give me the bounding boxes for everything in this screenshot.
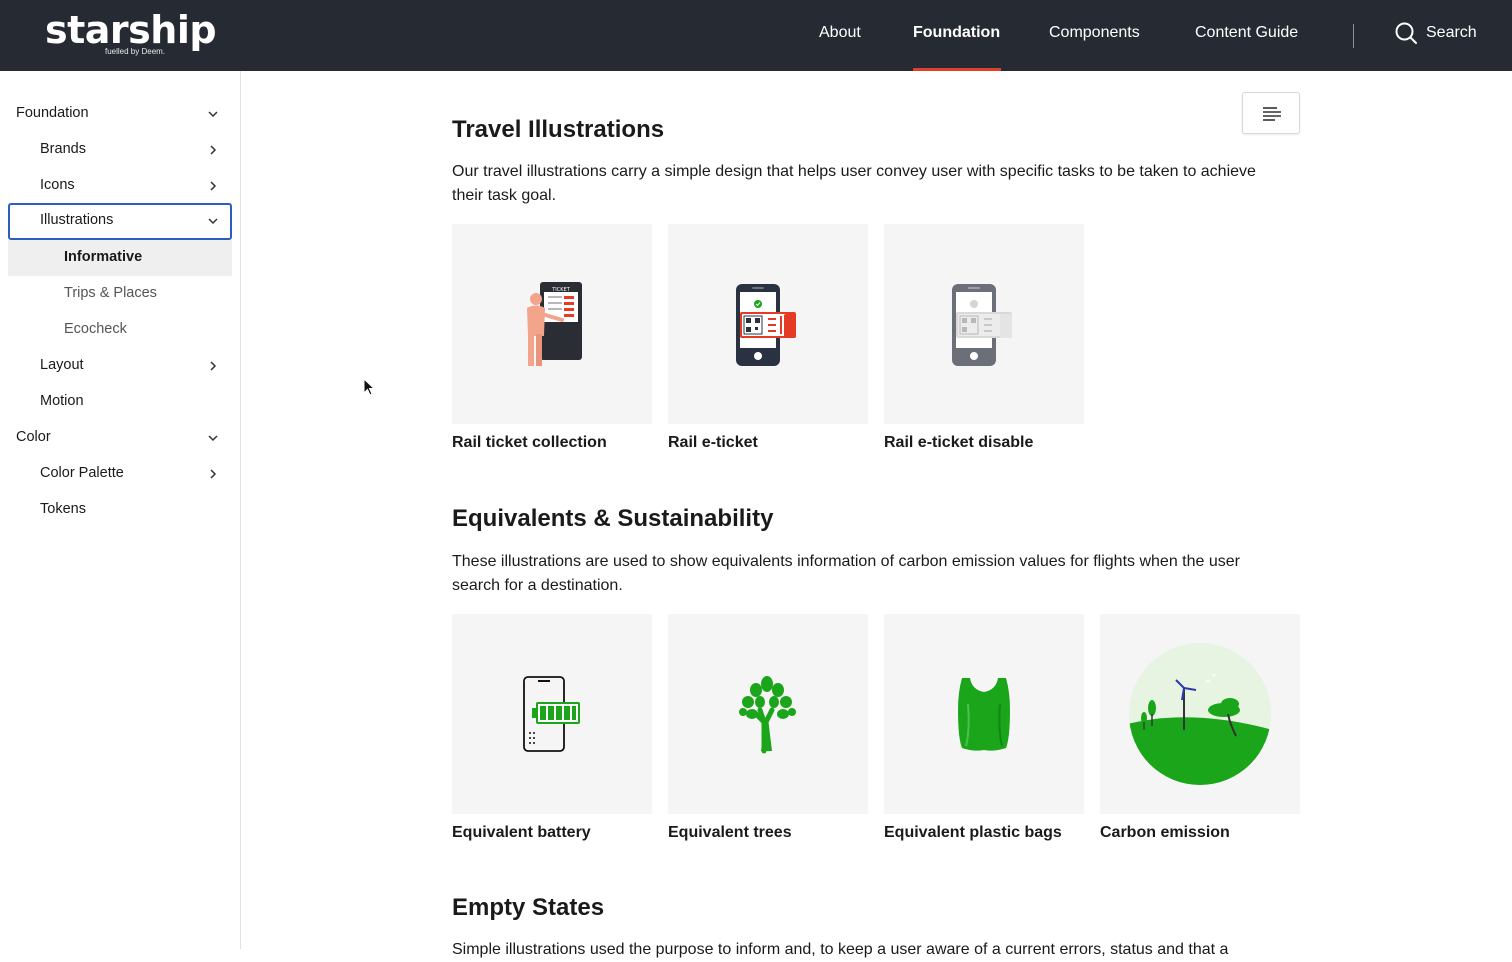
sidebar-item-label: Brands — [40, 141, 86, 157]
sidebar-item-label: Color — [16, 429, 51, 445]
sidebar-item-tokens[interactable]: Tokens — [8, 492, 232, 528]
section-title-empty-states: Empty States — [452, 894, 605, 921]
sidebar-item-foundation[interactable]: Foundation — [8, 96, 232, 132]
sidebar-item-color-palette[interactable]: Color Palette — [8, 456, 232, 492]
search-label: Search — [1426, 24, 1477, 41]
illustration-card-equivalent-trees[interactable] — [668, 614, 868, 814]
illustration-card-equivalent-battery[interactable] — [452, 614, 652, 814]
illustration-card-rail-ticket-collection[interactable]: TICKET — [452, 224, 652, 424]
chevron-down-icon — [208, 435, 218, 442]
chevron-right-icon — [210, 361, 217, 371]
nav-components[interactable]: Components — [1049, 24, 1140, 42]
sidebar-item-ecocheck[interactable]: Ecocheck — [8, 312, 232, 348]
chevron-down-icon — [208, 218, 218, 225]
illustration-card-rail-e-ticket-disable[interactable] — [884, 224, 1084, 424]
sidebar-item-color[interactable]: Color — [8, 420, 232, 456]
table-of-contents-button[interactable] — [1242, 92, 1300, 134]
illustration-caption: Equivalent plastic bags — [884, 824, 1062, 841]
mouse-cursor-icon — [363, 378, 376, 396]
list-icon — [1263, 107, 1281, 121]
plastic-bag-illustration — [958, 678, 1010, 751]
illustration-caption: Equivalent battery — [452, 824, 591, 841]
sidebar-navigation: Foundation Brands Icons Illustrations In… — [0, 71, 241, 949]
rail-e-ticket-disabled-illustration — [952, 284, 1012, 366]
logo-tagline: fuelled by Deem. — [105, 47, 166, 56]
illustration-caption: Carbon emission — [1100, 824, 1230, 841]
sidebar-item-label: Color Palette — [40, 465, 124, 481]
sidebar-item-label: Illustrations — [40, 212, 114, 228]
illustration-card-equivalent-plastic-bags[interactable] — [884, 614, 1084, 814]
sidebar-item-icons[interactable]: Icons — [8, 168, 232, 204]
rail-ticket-collection-illustration: TICKET — [527, 282, 582, 366]
illustration-caption: Equivalent trees — [668, 824, 792, 841]
sidebar-item-layout[interactable]: Layout — [8, 348, 232, 384]
active-nav-indicator — [913, 68, 1001, 71]
rail-e-ticket-illustration — [736, 284, 796, 366]
sidebar-item-label: Foundation — [16, 105, 89, 121]
chevron-down-icon — [208, 111, 218, 118]
nav-foundation[interactable]: Foundation — [913, 24, 1000, 42]
chevron-right-icon — [210, 145, 217, 155]
sidebar-item-label: Layout — [40, 357, 84, 373]
section-title-travel-illustrations: Travel Illustrations — [452, 116, 665, 143]
illustration-caption: Rail e-ticket — [668, 434, 758, 451]
search-icon — [1395, 22, 1417, 44]
sidebar-item-label: Informative — [64, 249, 143, 265]
battery-illustration — [523, 676, 580, 752]
section-description: These illustrations are used to show equ… — [452, 553, 1240, 594]
sidebar-item-label: Ecocheck — [64, 321, 127, 337]
chevron-right-icon — [210, 181, 217, 191]
sidebar-item-label: Icons — [40, 177, 75, 193]
illustration-caption: Rail ticket collection — [452, 434, 607, 451]
svg-text:TICKET: TICKET — [551, 287, 570, 293]
nav-divider — [1353, 24, 1354, 48]
sidebar-item-brands[interactable]: Brands — [8, 132, 232, 168]
top-navigation-bar: starship fuelled by Deem. About Foundati… — [0, 0, 1512, 71]
chevron-right-icon — [210, 469, 217, 479]
sidebar-item-motion[interactable]: Motion — [8, 384, 232, 420]
illustration-caption: Rail e-ticket disable — [884, 434, 1034, 451]
sidebar-item-label: Tokens — [40, 501, 86, 517]
nav-content-guide[interactable]: Content Guide — [1195, 24, 1298, 42]
tree-illustration — [739, 676, 796, 754]
sidebar-item-label: Trips & Places — [64, 285, 157, 301]
logo-wordmark: starship — [45, 8, 217, 52]
illustration-card-rail-e-ticket[interactable] — [668, 224, 868, 424]
section-description: Our travel illustrations carry a simple … — [452, 163, 1256, 204]
nav-about[interactable]: About — [819, 24, 861, 42]
sidebar-item-label: Motion — [40, 393, 84, 409]
sidebar-item-illustrations[interactable]: Illustrations — [8, 203, 232, 240]
sidebar-item-trips-places[interactable]: Trips & Places — [8, 276, 232, 312]
carbon-emission-illustration — [1129, 643, 1271, 785]
illustration-card-carbon-emission[interactable] — [1100, 614, 1300, 814]
section-description: Simple illustrations used the purpose to… — [452, 941, 1229, 958]
starship-logo[interactable]: starship fuelled by Deem. — [45, 8, 217, 56]
sidebar-item-informative[interactable]: Informative — [8, 240, 232, 276]
section-title-equivalents-sustainability: Equivalents & Sustainability — [452, 505, 774, 532]
